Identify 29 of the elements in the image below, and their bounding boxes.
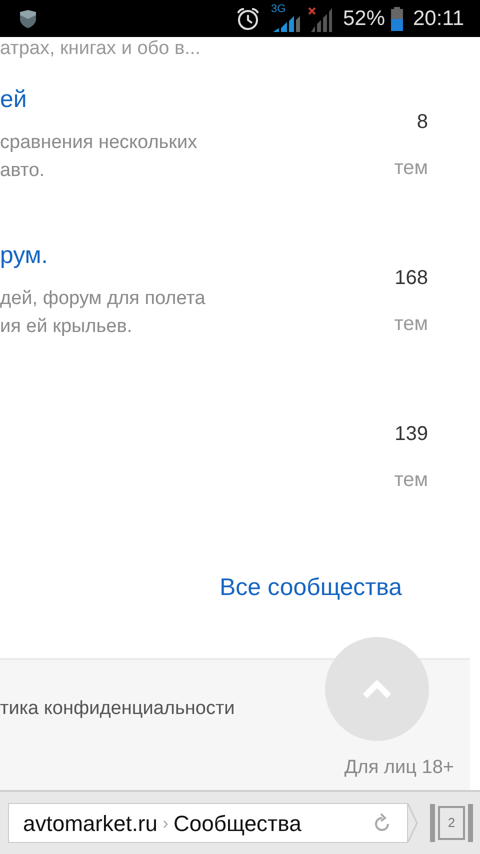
no-signal-icon <box>306 6 333 32</box>
page-title: Сообщества <box>174 810 302 838</box>
shield-icon <box>18 8 38 28</box>
url-domain: avtomarket.ru <box>23 810 158 838</box>
description-text: атрах, книгах и обо в... <box>0 38 200 60</box>
topic-count: 139 <box>394 422 428 447</box>
privacy-policy-link[interactable]: тика конфиденциальности <box>0 697 235 721</box>
topic-label: тем <box>394 312 428 337</box>
chevron-icon <box>408 803 418 843</box>
community-title-link[interactable]: ей <box>0 85 27 115</box>
alarm-clock-icon <box>234 6 261 30</box>
signal-icon <box>272 16 301 32</box>
community-title-link[interactable]: рум. <box>0 241 48 271</box>
network-type-label: 3G <box>270 4 286 14</box>
topic-label: тем <box>394 156 428 181</box>
community-description: сравнения нескольких авто. <box>0 131 198 183</box>
battery-icon <box>391 6 403 30</box>
address-field[interactable]: avtomarket.ru › Сообщества <box>8 803 408 843</box>
topic-count: 168 <box>394 266 428 291</box>
chevron-up-icon <box>362 679 392 699</box>
community-description: дей, форум для полета ия ей крыльев. <box>0 287 206 339</box>
clock-time: 20:11 <box>413 6 464 32</box>
battery-percent: 52% <box>342 6 385 32</box>
age-notice: Для лиц 18+ <box>344 756 454 780</box>
topic-label: тем <box>394 468 428 493</box>
all-communities-link[interactable]: Все сообщества <box>220 573 402 603</box>
topic-count: 8 <box>416 110 428 135</box>
breadcrumb-separator: › <box>162 812 168 834</box>
reload-icon[interactable] <box>373 813 391 833</box>
